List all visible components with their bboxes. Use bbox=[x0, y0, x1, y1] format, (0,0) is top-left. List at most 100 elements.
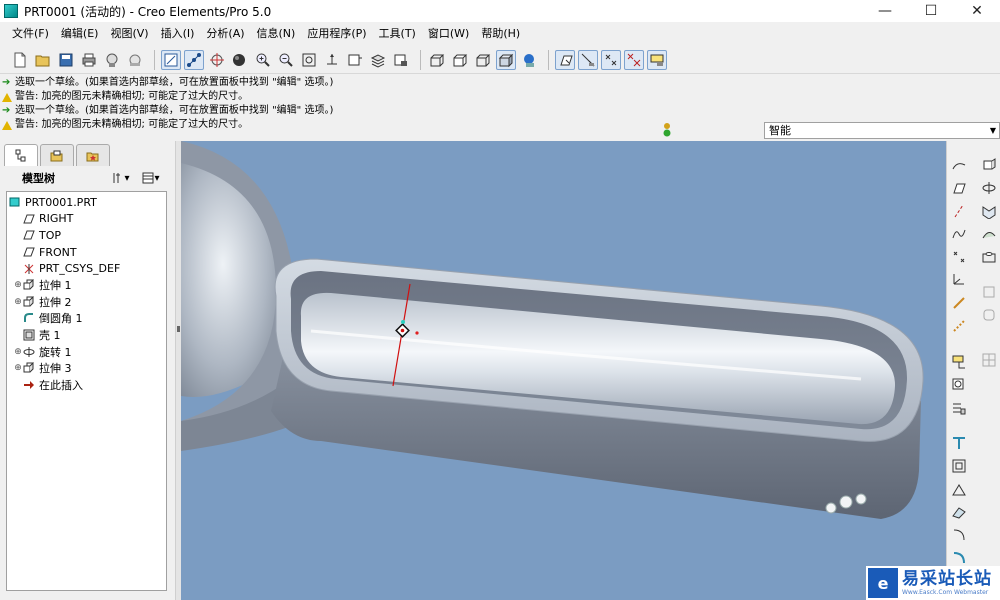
expand-icon[interactable]: ⊕ bbox=[13, 363, 23, 373]
view-manager-icon[interactable] bbox=[345, 50, 365, 70]
graphics-viewport[interactable] bbox=[181, 141, 946, 600]
datum-plane-display-icon[interactable] bbox=[519, 50, 539, 70]
menu-edit[interactable]: 编辑(E) bbox=[55, 24, 105, 44]
message-line: ➔ 选取一个草绘。(如果首选内部草绘，可在放置面板中找到 "编辑" 选项。) bbox=[2, 76, 1000, 90]
tree-node[interactable]: RIGHT bbox=[7, 211, 166, 228]
datum-axis-display-icon[interactable] bbox=[555, 49, 575, 70]
round-tool-icon[interactable] bbox=[950, 526, 968, 544]
navigator-panel: 模型树 ▾ ▾ PRT0001.PRT RIGHT TOP FRONT PRT_CSYS… bbox=[0, 141, 180, 600]
shading-icon[interactable] bbox=[473, 50, 493, 70]
open-folder-icon[interactable] bbox=[33, 50, 53, 70]
expand-icon[interactable]: ⊕ bbox=[13, 297, 23, 307]
chamfer-tool-icon[interactable] bbox=[950, 549, 968, 567]
undo-icon[interactable] bbox=[125, 50, 145, 70]
tab-model-tree[interactable] bbox=[4, 144, 38, 166]
new-file-icon[interactable] bbox=[10, 50, 30, 70]
toolbar-separator bbox=[548, 49, 549, 70]
tree-node[interactable]: FRONT bbox=[7, 244, 166, 261]
tree-node[interactable]: ⊕ 拉伸 2 bbox=[7, 294, 166, 311]
prompt-arrow-icon: ➔ bbox=[2, 77, 11, 88]
menu-file[interactable]: 文件(F) bbox=[6, 24, 55, 44]
pattern-tool-icon[interactable] bbox=[980, 351, 998, 369]
shell-tool-icon[interactable] bbox=[980, 283, 998, 301]
favorites-icon bbox=[86, 152, 99, 161]
menu-analysis[interactable]: 分析(A) bbox=[200, 24, 250, 44]
tree-node[interactable]: 在此插入 bbox=[7, 377, 166, 394]
close-button[interactable]: ✕ bbox=[954, 0, 1000, 22]
sketch-display-icon[interactable] bbox=[647, 49, 667, 70]
rib-tool-icon[interactable] bbox=[980, 306, 998, 324]
sweep-tool-icon[interactable] bbox=[980, 202, 998, 220]
paste-tool-icon[interactable] bbox=[950, 376, 968, 394]
tree-node-label: PRT0001.PRT bbox=[25, 195, 97, 209]
tree-show-button[interactable]: ▾ bbox=[138, 170, 164, 186]
tree-node[interactable]: TOP bbox=[7, 227, 166, 244]
part-model[interactable] bbox=[181, 141, 946, 600]
analysis-feature-icon[interactable] bbox=[950, 294, 968, 312]
revolve-tool-icon[interactable] bbox=[980, 179, 998, 197]
print-icon[interactable] bbox=[79, 50, 99, 70]
blend-tool-icon[interactable] bbox=[980, 225, 998, 243]
sketched-curve-tool-icon[interactable] bbox=[950, 225, 968, 243]
save-icon[interactable] bbox=[56, 50, 76, 70]
tab-favorites[interactable] bbox=[76, 144, 110, 166]
mirror-tool-icon[interactable] bbox=[950, 399, 968, 417]
hidden-line-icon[interactable] bbox=[427, 50, 447, 70]
zoom-box-icon[interactable] bbox=[161, 49, 181, 70]
annotation-display-icon[interactable] bbox=[624, 49, 644, 70]
menu-tools[interactable]: 工具(T) bbox=[373, 24, 422, 44]
draft-tool-icon[interactable] bbox=[950, 317, 968, 335]
menu-info[interactable]: 信息(N) bbox=[251, 24, 302, 44]
orient-icon[interactable] bbox=[322, 50, 342, 70]
tree-node[interactable]: 壳 1 bbox=[7, 327, 166, 344]
select-mode-icon[interactable] bbox=[184, 49, 204, 70]
thicken-tool-icon[interactable] bbox=[950, 503, 968, 521]
datum-axis-tool-icon[interactable] bbox=[950, 202, 968, 220]
appearance-icon[interactable] bbox=[496, 49, 516, 70]
offset-tool-icon[interactable] bbox=[950, 480, 968, 498]
tree-settings-button[interactable]: ▾ bbox=[108, 170, 134, 186]
no-hidden-icon[interactable] bbox=[450, 50, 470, 70]
datum-point-display-icon[interactable] bbox=[578, 49, 598, 70]
tree-node[interactable]: ⊕ 拉伸 3 bbox=[7, 360, 166, 377]
trim-tool-icon[interactable] bbox=[950, 434, 968, 452]
sketch-tool-icon[interactable] bbox=[950, 156, 968, 174]
minimize-button[interactable]: — bbox=[862, 0, 908, 22]
spin-center-icon[interactable] bbox=[207, 50, 227, 70]
menu-insert[interactable]: 插入(I) bbox=[155, 24, 201, 44]
tree-node[interactable]: ⊕ 拉伸 1 bbox=[7, 277, 166, 294]
zoom-out-icon[interactable] bbox=[276, 50, 296, 70]
tree-node[interactable]: ⊕ 旋转 1 bbox=[7, 343, 166, 360]
csys-tool-icon[interactable] bbox=[950, 271, 968, 289]
merge-tool-icon[interactable] bbox=[950, 457, 968, 475]
expand-icon[interactable]: ⊕ bbox=[13, 347, 23, 357]
tree-node[interactable]: 倒圆角 1 bbox=[7, 310, 166, 327]
message-line: ➔ 选取一个草绘。(如果首选内部草绘，可在放置面板中找到 "编辑" 选项。) bbox=[2, 104, 1000, 118]
refit-icon[interactable] bbox=[299, 50, 319, 70]
hole-tool-icon[interactable] bbox=[980, 248, 998, 266]
tree-node[interactable]: PRT0001.PRT bbox=[7, 194, 166, 211]
send-mail-icon[interactable] bbox=[102, 50, 122, 70]
shade-sphere-icon[interactable] bbox=[230, 50, 250, 70]
layers-icon[interactable] bbox=[368, 50, 388, 70]
splitter-grip-icon[interactable] bbox=[177, 326, 180, 332]
tree-node[interactable]: PRT_CSYS_DEF bbox=[7, 260, 166, 277]
expand-icon[interactable]: ⊕ bbox=[13, 280, 23, 290]
datum-plane-tool-icon[interactable] bbox=[950, 179, 968, 197]
wireframe-icon[interactable] bbox=[391, 50, 411, 70]
selection-filter-dropdown[interactable]: 智能 ▼ bbox=[764, 122, 1000, 139]
csys-display-icon[interactable] bbox=[601, 49, 621, 70]
menu-view[interactable]: 视图(V) bbox=[104, 24, 154, 44]
menu-applications[interactable]: 应用程序(P) bbox=[301, 24, 372, 44]
copy-tool-icon[interactable] bbox=[950, 353, 968, 371]
tab-folder-browser[interactable] bbox=[40, 144, 74, 166]
datum-point-tool-icon[interactable] bbox=[950, 248, 968, 266]
menu-help[interactable]: 帮助(H) bbox=[475, 24, 526, 44]
chevron-down-icon: ▾ bbox=[154, 172, 160, 184]
navigator-tabs bbox=[4, 144, 112, 166]
tree-node-label: PRT_CSYS_DEF bbox=[39, 262, 121, 276]
maximize-button[interactable]: ☐ bbox=[908, 0, 954, 22]
extrude-tool-icon[interactable] bbox=[980, 156, 998, 174]
zoom-in-icon[interactable] bbox=[253, 50, 273, 70]
menu-window[interactable]: 窗口(W) bbox=[422, 24, 475, 44]
